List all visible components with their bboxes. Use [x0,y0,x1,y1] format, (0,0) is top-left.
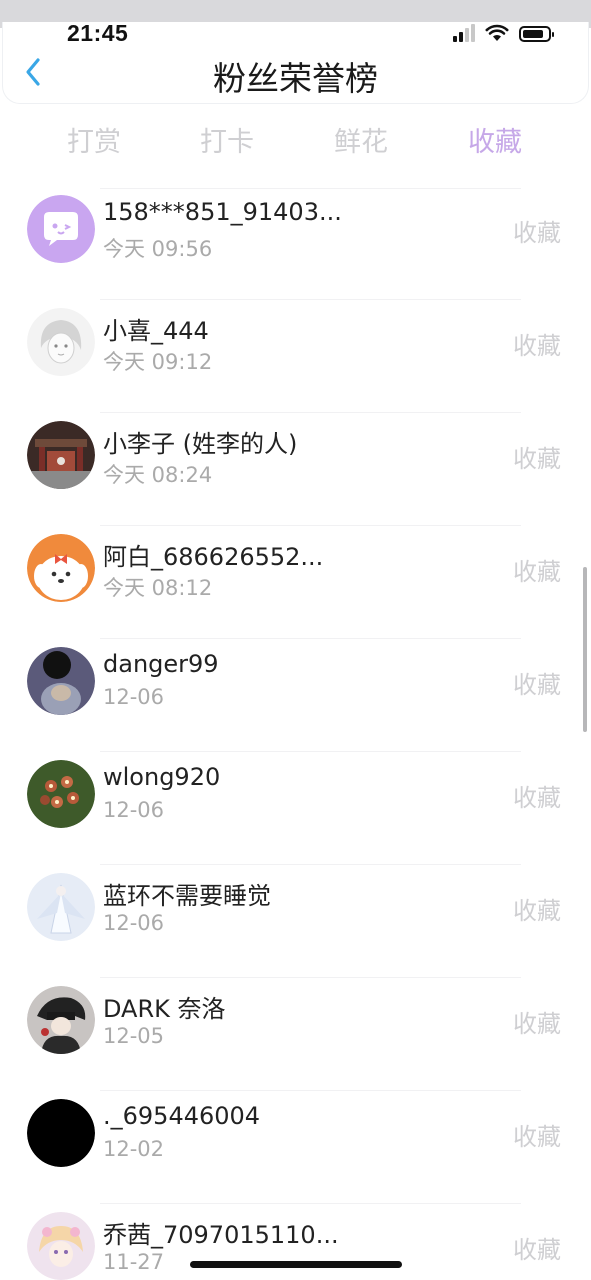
fan-time: 今天 09:12 [103,350,213,374]
tab-favorites[interactable]: 收藏 [450,120,540,159]
divider [100,638,521,639]
favorite-label: 收藏 [513,1236,561,1264]
avatar [27,534,95,602]
favorite-label: 收藏 [513,219,561,247]
avatar [27,760,95,828]
fan-name: 乔茜_7097015110... [103,1221,339,1249]
fan-time: 11-27 [103,1250,165,1274]
list-item[interactable]: 158***851_91403... 今天 09:56 收藏 [0,188,591,300]
list-item[interactable]: danger99 12-06 收藏 [0,640,591,752]
list-item[interactable]: DARK 奈洛 12-05 收藏 [0,979,591,1091]
fan-time: 12-05 [103,1024,165,1048]
fan-name: DARK 奈洛 [103,995,226,1023]
fan-time: 今天 08:24 [103,463,213,487]
avatar [27,986,95,1054]
home-indicator[interactable] [190,1261,402,1268]
avatar [27,308,95,376]
favorite-label: 收藏 [513,1010,561,1038]
fan-name: 阿白_686626552... [103,543,324,571]
fan-time: 12-06 [103,685,165,709]
divider [100,1090,521,1091]
favorite-label: 收藏 [513,897,561,925]
fan-time: 12-06 [103,798,165,822]
fan-time: 12-02 [103,1137,165,1161]
list-item[interactable]: ._695446004 12-02 收藏 [0,1092,591,1204]
divider [100,525,521,526]
cellular-signal-icon [453,24,475,42]
avatar [27,421,95,489]
avatar [27,873,95,941]
page-title: 粉丝荣誉榜 [213,59,378,98]
tab-bar: 打赏 打卡 鲜花 收藏 [0,120,591,160]
divider [100,299,521,300]
list-item[interactable]: 小李子 (姓李的人) 今天 08:24 收藏 [0,414,591,526]
list-item[interactable]: 乔茜_7097015110... 11-27 收藏 [0,1205,591,1280]
scrollbar[interactable] [583,567,587,732]
tab-flowers[interactable]: 鲜花 [316,120,406,159]
avatar [27,1099,95,1167]
favorite-label: 收藏 [513,445,561,473]
fan-name: wlong920 [103,763,221,791]
fan-name: ._695446004 [103,1102,261,1130]
list-item[interactable]: 阿白_686626552... 今天 08:12 收藏 [0,527,591,639]
list-item[interactable]: wlong920 12-06 收藏 [0,753,591,865]
list-item[interactable]: 蓝环不需要睡觉 12-06 收藏 [0,866,591,978]
fan-name: 158***851_91403... [103,198,342,226]
divider [100,751,521,752]
fan-name: 小喜_444 [103,317,209,345]
fan-name: danger99 [103,650,219,678]
fan-time: 今天 09:56 [103,237,213,261]
favorite-label: 收藏 [513,558,561,586]
divider [100,412,521,413]
favorite-label: 收藏 [513,332,561,360]
favorite-label: 收藏 [513,671,561,699]
list-item[interactable]: 小喜_444 今天 09:12 收藏 [0,301,591,413]
status-icons [453,24,554,42]
favorite-label: 收藏 [513,784,561,812]
fan-time: 今天 08:12 [103,576,213,600]
tab-reward[interactable]: 打赏 [49,120,139,159]
favorite-label: 收藏 [513,1123,561,1151]
avatar [27,1212,95,1280]
avatar [27,195,95,263]
fan-name: 蓝环不需要睡觉 [103,882,271,910]
divider [100,864,521,865]
divider [100,977,521,978]
status-time: 21:45 [67,20,129,46]
wifi-icon [485,24,509,41]
fan-name: 小李子 (姓李的人) [103,430,298,458]
tab-checkin[interactable]: 打卡 [182,120,272,159]
battery-icon [519,26,554,42]
divider [100,1203,521,1204]
fan-time: 12-06 [103,911,165,935]
avatar [27,647,95,715]
